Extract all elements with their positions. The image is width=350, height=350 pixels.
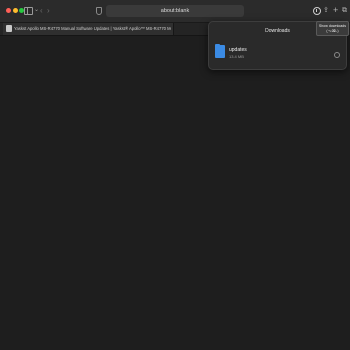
downloads-button[interactable] (313, 7, 321, 15)
shield-icon[interactable] (96, 6, 102, 15)
tooltip-line1: Show downloads (318, 24, 347, 28)
back-button[interactable]: ‹ (40, 6, 43, 15)
close-window-button[interactable] (6, 8, 11, 13)
tab-overview-icon[interactable]: ⧉ (342, 6, 347, 15)
favicon-icon (6, 25, 12, 32)
minimize-window-button[interactable] (12, 8, 18, 13)
page-content (0, 36, 350, 350)
download-item[interactable]: updates 13.4 MB (213, 42, 342, 64)
new-tab-button[interactable]: + (333, 6, 338, 15)
address-bar[interactable]: about:blank (106, 5, 244, 17)
download-file-size: 13.4 MB (229, 54, 244, 59)
share-icon[interactable]: ⇪ (323, 6, 329, 15)
forward-button[interactable]: › (47, 6, 50, 15)
downloads-tooltip: Show downloads (⌥⌘L) (316, 21, 349, 36)
tab-title: Yaskst Apollo MS-R4770 Manual Software U… (14, 26, 171, 31)
tab-active[interactable]: Yaskst Apollo MS-R4770 Manual Software U… (3, 23, 174, 35)
chevron-down-icon[interactable]: ⌄ (34, 6, 39, 15)
tooltip-line2: (⌥⌘L) (326, 28, 339, 33)
reveal-in-finder-icon[interactable] (334, 52, 340, 58)
folder-icon (215, 44, 225, 58)
sidebar-toggle-icon[interactable] (24, 6, 33, 15)
browser-toolbar: ⌄ ‹ › about:blank ⇪ + ⧉ (0, 0, 350, 23)
download-file-name: updates (229, 47, 247, 53)
